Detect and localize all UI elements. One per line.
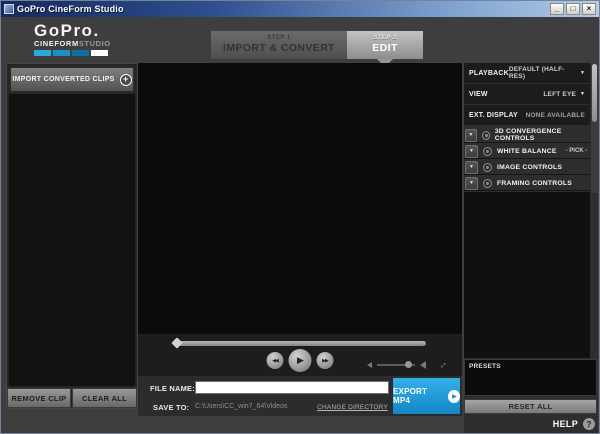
titlebar: GoPro CineForm Studio _ □ × [1,1,599,17]
presets-label: PRESETS [469,363,501,370]
logo-cineform: CINEFORM [34,39,79,48]
export-button-label: EXPORT MP4 [393,387,428,405]
export-play-icon: ▶ [447,389,460,403]
fast-forward-icon[interactable]: ▶▶ [316,352,334,369]
tab-import-convert[interactable]: STEP 1 IMPORT & CONVERT [211,31,347,59]
group-image-controls[interactable]: ▼ IMAGE CONTROLS [464,160,590,175]
file-name-label: FILE NAME: [150,384,195,393]
group-label: IMAGE CONTROLS [497,163,563,171]
logo-blocks [34,50,126,56]
player-controls: ◀◀ ▶ ▶▶ ↔ [138,334,462,376]
volume-controls: ↔ [367,357,450,372]
volume-high-icon [420,361,426,369]
window-title: GoPro CineForm Studio [17,4,124,14]
playback-setting-row[interactable]: PLAYBACK DEFAULT (HALF-RES) ▼ [464,63,590,83]
setting-label: PLAYBACK [469,69,509,77]
video-preview [138,63,462,334]
right-panel-scrollbar[interactable] [591,63,598,193]
maximize-icon[interactable]: □ [566,3,580,15]
playhead[interactable] [171,337,183,349]
chevron-down-icon[interactable]: ▼ [465,144,478,158]
save-to-path: C:\Users\CC_win7_64\Videos [195,403,288,410]
help-area: HELP ? [553,418,595,430]
view-setting-row[interactable]: VIEW LEFT EYE ▼ [464,84,590,104]
enable-toggle-icon[interactable] [481,130,490,140]
logo-subtitle: CINEFORMSTUDIO [34,39,126,48]
save-to-label: SAVE TO: [153,403,190,412]
app-icon [4,4,14,14]
transport-controls: ◀◀ ▶ ▶▶ [266,349,334,372]
white-balance-pick-button[interactable]: - PICK - [566,148,588,154]
logo-block [72,50,89,56]
tab-step-number: STEP 2 [373,35,397,41]
import-converted-clips-button[interactable]: IMPORT CONVERTED CLIPS + [10,67,134,92]
rewind-icon[interactable]: ◀◀ [266,352,284,369]
plus-icon: + [119,73,132,86]
export-bar: FILE NAME: SAVE TO: C:\Users\CC_win7_64\… [138,376,462,416]
group-white-balance[interactable]: ▼ WHITE BALANCE - PICK - [464,144,590,159]
volume-knob[interactable] [405,361,412,368]
enable-toggle-icon[interactable] [483,146,492,156]
ext-display-setting-row: EXT. DISPLAY NONE AVAILABLE [464,105,590,125]
clear-all-button[interactable]: CLEAR ALL [72,388,137,408]
logo-block [91,50,108,56]
chevron-down-icon[interactable]: ▼ [580,70,585,76]
group-framing-controls[interactable]: ▼ FRAMING CONTROLS [464,176,590,191]
volume-slider[interactable] [377,361,415,368]
setting-value: NONE AVAILABLE [525,111,585,119]
chevron-down-icon[interactable]: ▼ [580,91,585,97]
change-directory-link[interactable]: CHANGE DIRECTORY [317,404,388,411]
tab-label: IMPORT & CONVERT [223,42,335,54]
group-label: FRAMING CONTROLS [497,179,572,187]
setting-label: EXT. DISPLAY [469,111,518,119]
tab-step-number: STEP 1 [267,35,291,41]
reset-all-button[interactable]: RESET ALL [464,399,597,414]
logo-block [53,50,70,56]
app-window: GoPro CineForm Studio _ □ × GoPro. CINEF… [0,0,600,434]
clip-bin-panel: IMPORT CONVERTED CLIPS + REMOVE CLIP CLE… [6,63,138,409]
seek-bar[interactable] [176,341,426,346]
group-label: 3D CONVERGENCE CONTROLS [494,128,562,142]
logo-studio: STUDIO [78,39,111,48]
window-controls: _ □ × [550,3,596,15]
enable-toggle-icon[interactable] [483,178,492,188]
minimize-icon[interactable]: _ [550,3,564,15]
settings-panel: PLAYBACK DEFAULT (HALF-RES) ▼ VIEW LEFT … [464,63,598,433]
export-mp4-button[interactable]: EXPORT MP4 ▶ [393,378,460,414]
help-icon[interactable]: ? [583,418,595,430]
fullscreen-icon[interactable]: ↔ [435,357,450,372]
controls-empty-area [464,192,590,358]
setting-value: LEFT EYE [543,90,577,98]
help-label: HELP [552,419,578,429]
logo-brand: GoPro. [34,21,100,40]
volume-low-icon [367,362,372,368]
group-label: WHITE BALANCE [497,147,557,155]
chevron-down-icon[interactable]: ▼ [465,176,478,190]
play-icon[interactable]: ▶ [288,349,312,372]
remove-clip-button[interactable]: REMOVE CLIP [7,388,71,408]
setting-value: DEFAULT (HALF-RES) [508,66,565,80]
enable-toggle-icon[interactable] [483,162,492,172]
clip-list[interactable] [9,94,135,386]
chevron-down-icon[interactable]: ▼ [465,160,478,174]
logo-block [34,50,51,56]
gopro-logo: GoPro. CINEFORMSTUDIO [34,22,126,56]
scrollbar-thumb[interactable] [592,64,597,122]
group-3d-convergence-controls[interactable]: ▼ 3D CONVERGENCE CONTROLS [464,128,590,143]
tab-edit[interactable]: STEP 2 EDIT [347,31,423,59]
import-button-label: IMPORT CONVERTED CLIPS [12,76,115,83]
setting-label: VIEW [469,90,488,98]
file-name-input[interactable] [195,381,389,394]
chevron-down-icon[interactable]: ▼ [465,128,477,142]
tab-label: EDIT [372,42,398,54]
close-icon[interactable]: × [582,3,596,15]
presets-panel: PRESETS [464,359,597,396]
